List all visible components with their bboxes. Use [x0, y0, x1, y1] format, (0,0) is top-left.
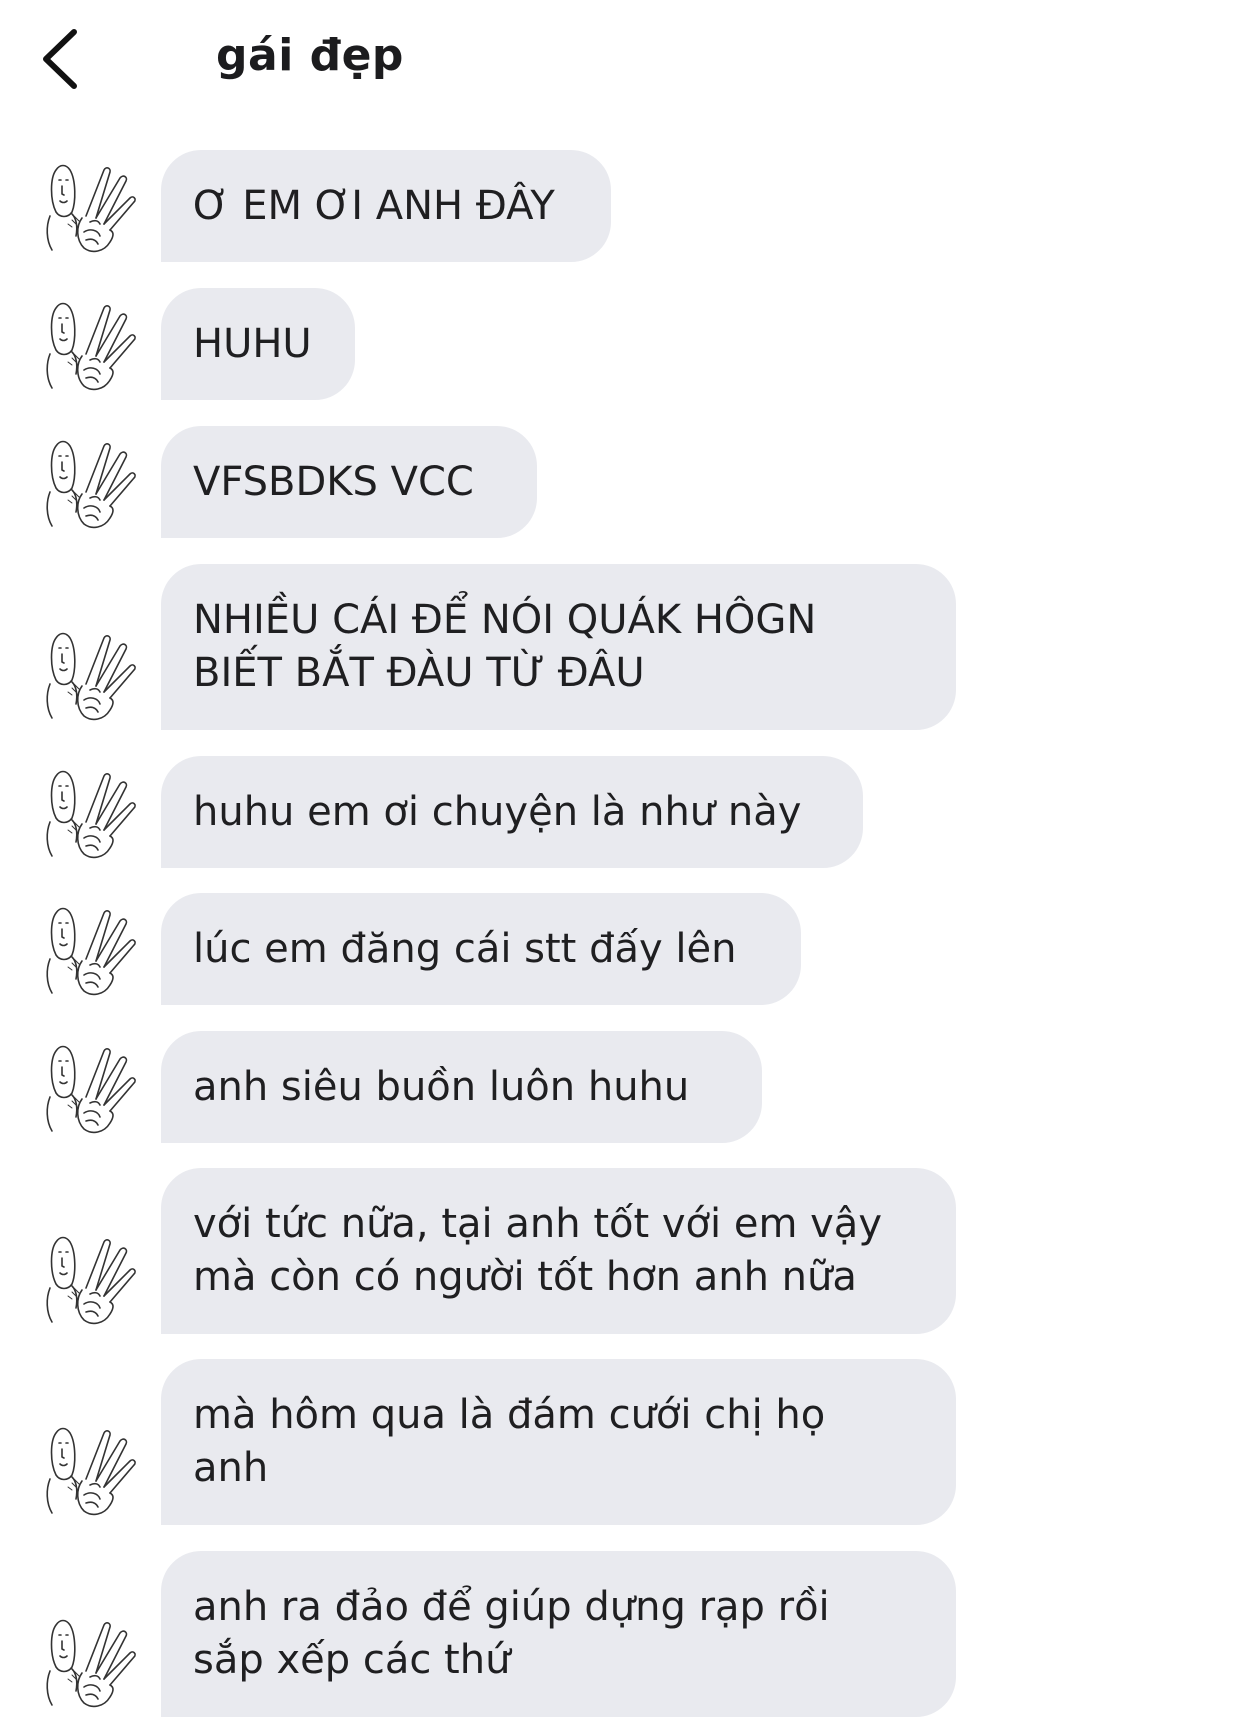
- sender-avatar[interactable]: [42, 624, 142, 724]
- message-bubble[interactable]: với tức nữa, tại anh tốt với em vậy mà c…: [161, 1168, 956, 1334]
- peace-sign-meme-icon: [46, 440, 136, 529]
- message-bubble[interactable]: HUHU: [161, 288, 355, 400]
- peace-sign-meme-icon: [46, 164, 136, 253]
- peace-sign-meme-icon: [46, 632, 136, 721]
- sender-avatar[interactable]: [42, 899, 142, 999]
- back-button[interactable]: [36, 22, 96, 96]
- peace-sign-meme-icon: [46, 1427, 136, 1516]
- sender-avatar[interactable]: [42, 762, 142, 862]
- peace-sign-meme-icon: [46, 302, 136, 391]
- peace-sign-meme-icon: [46, 1619, 136, 1708]
- message-bubble[interactable]: anh ra đảo để giúp dựng rạp rồi sắp xếp …: [161, 1551, 956, 1717]
- sender-avatar[interactable]: [42, 1037, 142, 1137]
- peace-sign-meme-icon: [46, 770, 136, 859]
- peace-sign-meme-icon: [46, 907, 136, 996]
- chat-header: gái đẹp: [0, 0, 1242, 120]
- conversation-title[interactable]: gái đẹp: [216, 30, 404, 81]
- sender-avatar[interactable]: [42, 1419, 142, 1519]
- message-bubble[interactable]: anh siêu buồn luôn huhu: [161, 1031, 762, 1143]
- sender-avatar[interactable]: [42, 294, 142, 394]
- message-bubble[interactable]: huhu em ơi chuyện là như này: [161, 756, 863, 868]
- sender-avatar[interactable]: [42, 1228, 142, 1328]
- sender-avatar[interactable]: [42, 432, 142, 532]
- chevron-left-icon: [43, 29, 77, 89]
- message-bubble[interactable]: lúc em đăng cái stt đấy lên: [161, 893, 801, 1005]
- peace-sign-meme-icon: [46, 1045, 136, 1134]
- message-bubble[interactable]: NHIỀU CÁI ĐỂ NÓI QUÁK HÔGN BIẾT BẮT ĐÀU …: [161, 564, 956, 730]
- sender-avatar[interactable]: [42, 1611, 142, 1711]
- message-bubble[interactable]: Ơ EM ƠI ANH ĐÂY: [161, 150, 611, 262]
- peace-sign-meme-icon: [46, 1236, 136, 1325]
- message-bubble[interactable]: mà hôm qua là đám cưới chị họ anh: [161, 1359, 956, 1525]
- sender-avatar[interactable]: [42, 156, 142, 256]
- message-bubble[interactable]: VFSBDKS VCC: [161, 426, 537, 538]
